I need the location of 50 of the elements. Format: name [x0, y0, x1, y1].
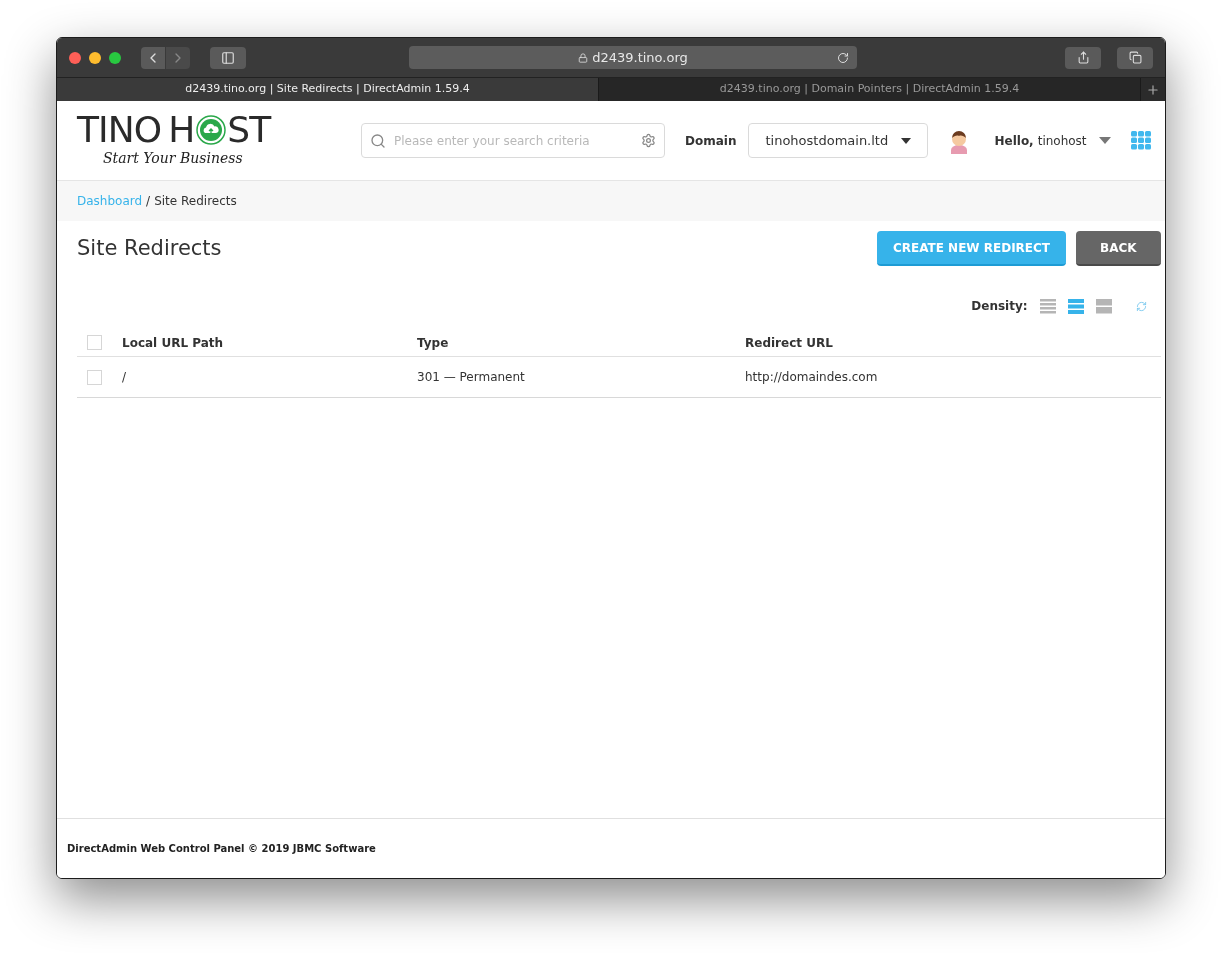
density-option[interactable] — [1039, 298, 1056, 314]
browser-tab[interactable]: d2439.tino.org | Domain Pointers | DirectAdmin 1.59.4 — [599, 78, 1141, 101]
density-option[interactable] — [1095, 298, 1112, 314]
lock-icon — [578, 52, 589, 63]
logo-text: TINO — [77, 112, 162, 148]
breadcrumb-separator: / — [146, 193, 151, 210]
address-text: d2439.tino.org — [592, 48, 688, 67]
search-icon — [370, 132, 386, 149]
column-header: Redirect URL — [745, 335, 833, 350]
logo-tagline: Start Your Business — [103, 149, 244, 168]
row-checkbox[interactable] — [87, 335, 102, 350]
row-checkbox[interactable] — [87, 369, 102, 385]
domain-label: Domain — [685, 132, 737, 150]
column-header: Local URL Path — [122, 335, 224, 350]
plus-icon — [1146, 82, 1160, 97]
sidebar-button[interactable] — [210, 46, 246, 69]
logo-text: H — [168, 112, 196, 148]
share-icon — [1076, 51, 1090, 64]
greeting-text: Hello, — [994, 132, 1034, 150]
address-bar[interactable]: d2439.tino.org — [409, 46, 857, 69]
overlapping-squares-icon — [1128, 51, 1142, 64]
forward-button[interactable] — [166, 46, 190, 69]
table-cell: / — [122, 370, 127, 384]
search-bar[interactable]: Please enter your search criteria — [361, 123, 665, 158]
refresh-icon[interactable] — [1135, 300, 1147, 312]
reload-icon — [837, 51, 849, 64]
user-name: tinohost — [1037, 132, 1087, 150]
caret-icon — [1098, 137, 1111, 144]
density-option[interactable] — [1067, 298, 1084, 314]
domain-select[interactable]: tinohostdomain.ltd — [748, 123, 929, 158]
column-header: Type — [417, 335, 449, 350]
back-button[interactable]: BACK — [1076, 231, 1161, 266]
back-button[interactable] — [141, 46, 165, 69]
search-field[interactable]: Please enter your search criteria — [394, 131, 633, 150]
density-label: Density: — [971, 298, 1028, 315]
footer-text: DirectAdmin Web Control Panel © 2019 JBMC Software — [67, 842, 376, 856]
tabs-button[interactable] — [1117, 46, 1153, 69]
caret-icon — [901, 137, 912, 144]
settings-icon — [641, 133, 656, 148]
browser-tab[interactable]: d2439.tino.org | Site Redirects | DirectAdmin 1.59.4 — [57, 78, 599, 101]
breadcrumb-current: Site Redirects — [154, 193, 237, 210]
page-title: Site Redirects — [77, 234, 222, 262]
logo-text: ST — [227, 112, 271, 148]
apps-grid-icon[interactable] — [1130, 131, 1151, 150]
share-button[interactable] — [1065, 46, 1101, 69]
sidebar-icon — [221, 50, 235, 65]
table-cell: http://domaindes.com — [745, 370, 878, 384]
cloud-logo-icon — [196, 115, 227, 145]
table-cell: 301 — Permanent — [417, 370, 525, 384]
user-menu[interactable]: Hello, tinohost — [994, 131, 1111, 150]
